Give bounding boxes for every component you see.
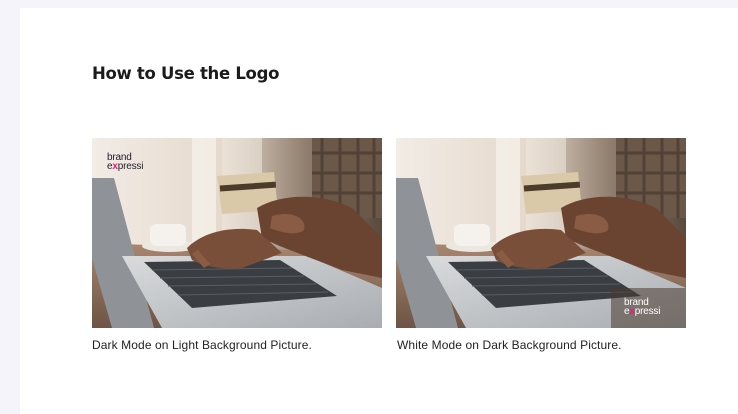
brand-logo-white: brand expressi [624, 298, 661, 317]
photo-dark-background: brand expressi [396, 138, 686, 328]
document-page: How to Use the Logo brand expressi brand… [20, 8, 738, 414]
photo-light-background: brand expressi [92, 138, 382, 328]
brand-logo-dark: brand expressi [107, 153, 144, 172]
section-heading: How to Use the Logo [92, 64, 280, 83]
logo-line-2-suffix: pressi [117, 161, 144, 172]
logo-line-2: expressi [624, 306, 661, 317]
logo-line-2: expressi [107, 161, 144, 172]
logo-line-2-suffix: pressi [634, 306, 661, 317]
caption-dark-mode: Dark Mode on Light Background Picture. [92, 338, 312, 352]
caption-white-mode: White Mode on Dark Background Picture. [397, 338, 622, 352]
